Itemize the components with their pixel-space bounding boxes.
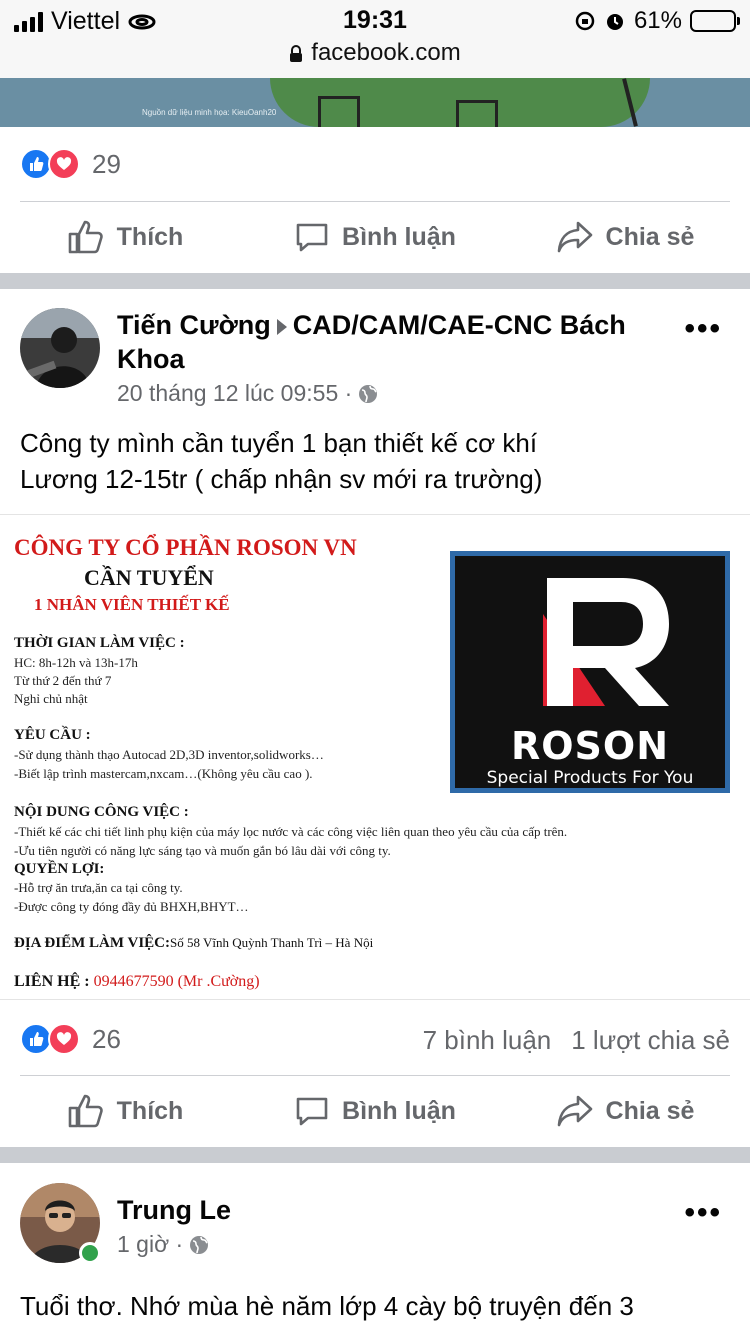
feed-separator <box>0 273 750 289</box>
logo-tagline: Special Products For You <box>486 768 694 788</box>
triangle-right-icon <box>276 318 287 335</box>
post-actions: Thích Bình luận Chia sẻ <box>0 1076 750 1146</box>
share-arrow-icon <box>557 1095 592 1127</box>
post-text: Công ty mình cần tuyển 1 bạn thiết kế cơ… <box>20 425 730 497</box>
share-label: Chia sẻ <box>605 1096 695 1125</box>
poster-contact-value: 0944677590 (Mr .Cường) <box>93 973 260 990</box>
globe-icon <box>359 384 378 403</box>
like-label: Thích <box>116 222 184 251</box>
previous-post-actions: Thích Bình luận Chia sẻ <box>0 202 750 272</box>
author-name[interactable]: Trung Le <box>117 1195 231 1225</box>
share-arrow-icon <box>557 221 592 253</box>
heart-icon <box>48 1023 80 1055</box>
poster-line: Nghỉ chủ nhật <box>14 691 88 706</box>
reaction-count: 29 <box>92 148 121 179</box>
comment-label: Bình luận <box>342 222 456 251</box>
online-status-dot <box>79 1242 101 1264</box>
poster-company: CÔNG TY CỔ PHẦN ROSON VN <box>14 535 357 560</box>
roson-logo: ROSON Special Products For You <box>450 551 730 793</box>
poster-location-value: Số 58 Vĩnh Quỳnh Thanh Trì – Hà Nội <box>169 935 374 950</box>
thumbs-up-icon <box>68 220 103 254</box>
comment-bubble-icon <box>296 1097 328 1126</box>
comment-label: Bình luận <box>342 1096 456 1125</box>
address-bar[interactable]: facebook.com <box>0 40 750 78</box>
battery-icon <box>690 10 740 32</box>
share-button[interactable]: Chia sẻ <box>500 1076 750 1146</box>
logo-word: ROSON <box>510 724 670 768</box>
like-label: Thích <box>116 1096 184 1125</box>
timestamp-text: 1 giờ · <box>117 1231 184 1257</box>
more-dots-icon[interactable]: ••• <box>684 312 722 346</box>
reaction-count: 26 <box>92 1023 121 1054</box>
share-label: Chia sẻ <box>605 222 695 251</box>
comment-count[interactable]: 7 bình luận <box>423 1025 552 1056</box>
poster-requirements-title: YÊU CẦU : <box>14 727 91 743</box>
poster-line: -Biết lập trình mastercam,nxcam…(Không y… <box>14 766 313 781</box>
image-shape <box>270 78 650 127</box>
post-text-line: Tuổi thơ. Nhớ mùa hè năm lớp 4 cày bộ tr… <box>20 1291 634 1321</box>
like-button[interactable]: Thích <box>0 202 250 272</box>
post-author-line[interactable]: Trung Le <box>117 1193 677 1227</box>
poster-line: -Hỗ trợ ăn trưa,ăn ca tại công ty. <box>14 880 183 895</box>
status-bar: Viettel 19:31 61% <box>0 0 750 40</box>
post-reactions[interactable]: 26 <box>20 1023 121 1055</box>
comment-button[interactable]: Bình luận <box>250 202 500 272</box>
poster-work-time-title: THỜI GIAN LÀM VIỆC : <box>14 635 185 651</box>
poster-line: -Ưu tiên người có năng lực sáng tạo và m… <box>14 843 391 858</box>
thumbs-up-icon <box>68 1094 103 1128</box>
alarm-icon <box>606 14 623 30</box>
image-credit: Nguồn dữ liệu minh họa: KieuOanh20 <box>142 108 277 117</box>
post-author-line[interactable]: Tiến Cường CAD/CAM/CAE-CNC Bách Khoa <box>117 308 677 376</box>
lock-icon <box>290 44 303 62</box>
rotation-lock-icon <box>575 11 595 31</box>
post-engagement-counts: 7 bình luận 1 lượt chia sẻ <box>423 1025 730 1056</box>
author-name[interactable]: Tiến Cường <box>117 310 271 340</box>
job-poster-image[interactable]: CÔNG TY CỔ PHẦN ROSON VN CẦN TUYỂN 1 NHÂ… <box>0 514 750 1000</box>
status-right: 61% <box>574 7 740 35</box>
poster-duties-title: NỘI DUNG CÔNG VIỆC : <box>14 804 189 820</box>
post-timestamp[interactable]: 20 tháng 12 lúc 09:55 · <box>117 380 378 407</box>
previous-post-image[interactable]: Nguồn dữ liệu minh họa: KieuOanh20 <box>0 78 750 127</box>
poster-line: -Được công ty đóng đầy đủ BHXH,BHYT… <box>14 899 249 914</box>
post-text: Tuổi thơ. Nhớ mùa hè năm lớp 4 cày bộ tr… <box>20 1288 730 1324</box>
feed-separator <box>0 1147 750 1163</box>
comment-bubble-icon <box>296 223 328 252</box>
more-dots-icon[interactable]: ••• <box>684 1196 722 1230</box>
post-text-line: Lương 12-15tr ( chấp nhận sv mới ra trườ… <box>20 464 543 494</box>
battery-percent: 61% <box>633 7 682 34</box>
poster-line: HC: 8h-12h và 13h-17h <box>14 655 138 670</box>
poster-line: -Thiết kế các chi tiết linh phụ kiện của… <box>14 824 568 839</box>
logo-panel: ROSON Special Products For You <box>455 556 725 788</box>
url-text: facebook.com <box>311 39 461 66</box>
share-count[interactable]: 1 lượt chia sẻ <box>571 1025 730 1056</box>
share-button[interactable]: Chia sẻ <box>500 202 750 272</box>
group-name-continued[interactable]: Khoa <box>117 344 185 374</box>
like-button[interactable]: Thích <box>0 1076 250 1146</box>
heart-icon <box>48 148 80 180</box>
post-text-line: Công ty mình cần tuyển 1 bạn thiết kế cơ… <box>20 428 538 458</box>
poster-position: 1 NHÂN VIÊN THIẾT KẾ <box>34 595 230 614</box>
comment-button[interactable]: Bình luận <box>250 1076 500 1146</box>
poster-line: Từ thứ 2 đến thứ 7 <box>14 673 112 688</box>
previous-post-reactions[interactable]: 29 <box>20 148 121 180</box>
poster-location-title: ĐỊA ĐIỂM LÀM VIỆC: <box>14 935 170 951</box>
poster-benefits-title: QUYỀN LỢI: <box>14 861 105 877</box>
timestamp-text: 20 tháng 12 lúc 09:55 · <box>117 380 353 406</box>
poster-hiring: CẦN TUYỂN <box>84 565 214 590</box>
group-name[interactable]: CAD/CAM/CAE-CNC Bách <box>293 310 626 340</box>
poster-line: -Sử dụng thành thạo Autocad 2D,3D invent… <box>14 747 324 762</box>
poster-contact-title: LIÊN HỆ : <box>14 973 90 990</box>
poster-location: ĐỊA ĐIỂM LÀM VIỆC:Số 58 Vĩnh Quỳnh Thanh… <box>14 935 373 952</box>
post-timestamp[interactable]: 1 giờ · <box>117 1231 209 1258</box>
globe-icon <box>190 1235 209 1254</box>
poster-contact: LIÊN HỆ : 0944677590 (Mr .Cường) <box>14 973 260 991</box>
avatar[interactable] <box>20 308 100 388</box>
